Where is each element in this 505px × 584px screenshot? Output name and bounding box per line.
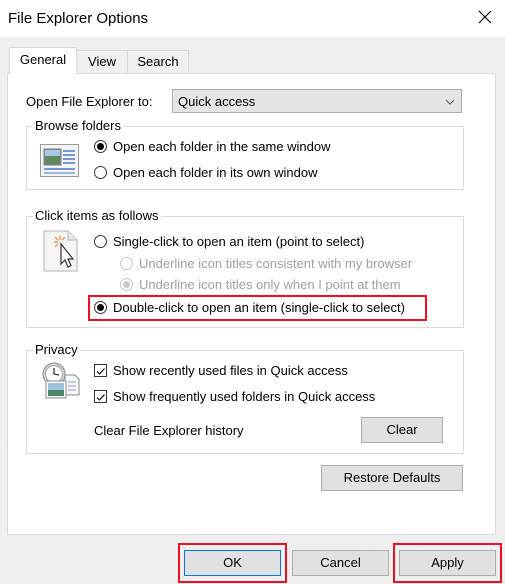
checkmark-icon [96,394,105,401]
close-icon[interactable] [476,8,494,26]
tab-general[interactable]: General [9,47,77,74]
browse-folders-group: Browse folders [26,118,464,190]
radio-single-click[interactable] [94,235,107,248]
checkbox-frequent-folders[interactable] [94,390,107,403]
own-window-label: Open each folder in its own window [113,165,318,180]
radio-underline-browser[interactable] [120,257,133,270]
underline-browser-label: Underline icon titles consistent with my… [139,256,413,271]
tab-view-label: View [88,54,116,69]
frequent-folders-label: Show frequently used folders in Quick ac… [113,389,376,404]
ok-button[interactable]: OK [184,550,281,576]
recent-files-clock-icon [41,362,81,405]
folder-window-icon [40,144,80,181]
open-to-label: Open File Explorer to: [26,94,153,109]
window-title: File Explorer Options [8,10,149,27]
radio-underline-point[interactable] [120,278,133,291]
browse-folders-title: Browse folders [33,118,123,133]
title-bar: File Explorer Options [0,0,505,37]
clear-button[interactable]: Clear [361,417,443,443]
checkbox-recent-files[interactable] [94,364,107,377]
double-click-label: Double-click to open an item (single-cli… [113,300,405,315]
radio-own-window[interactable] [94,166,107,179]
open-to-dropdown[interactable]: Quick access [172,89,462,113]
radio-same-window[interactable] [94,140,107,153]
restore-defaults-button[interactable]: Restore Defaults [321,465,463,491]
checkmark-icon [96,368,105,375]
clear-history-label: Clear File Explorer history [94,423,244,438]
tab-general-label: General [19,52,67,67]
apply-button[interactable]: Apply [399,550,496,576]
click-items-title: Click items as follows [33,208,161,223]
underline-point-label: Underline icon titles only when I point … [139,277,401,292]
radio-double-click[interactable] [94,301,107,314]
cancel-button[interactable]: Cancel [292,550,389,576]
recent-files-label: Show recently used files in Quick access [113,363,348,378]
single-click-label: Single-click to open an item (point to s… [113,234,365,249]
same-window-label: Open each folder in the same window [113,139,331,154]
open-to-value: Quick access [178,94,256,109]
chevron-down-icon [445,95,455,105]
tab-view[interactable]: View [76,50,128,73]
tab-search-label: Search [137,54,179,69]
click-cursor-icon [42,230,80,275]
tab-search[interactable]: Search [127,50,189,73]
privacy-title: Privacy [33,342,80,357]
